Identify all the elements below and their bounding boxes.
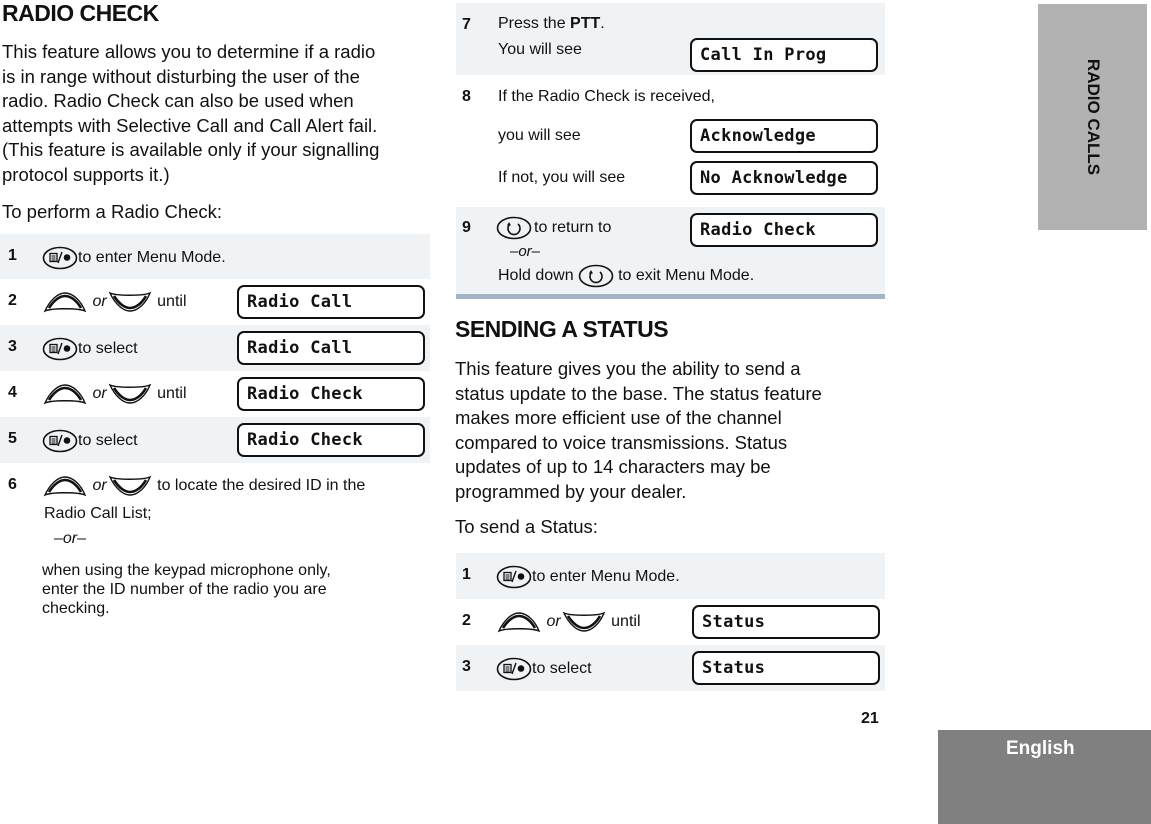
step-number: 9 [462, 219, 471, 236]
or-text: or [546, 613, 561, 631]
step-number: 1 [462, 566, 471, 583]
step-row: 2 or until Radio Call [0, 279, 430, 325]
down-arrow-button-icon [107, 474, 153, 498]
down-arrow-button-icon [561, 610, 607, 634]
step-row: 1 to enter Menu Mode. [0, 234, 430, 279]
display-readout: Status [692, 605, 880, 639]
step-row: 3 to select Radio Call [0, 325, 430, 371]
intro-line: is in range without disturbing the user … [2, 65, 360, 87]
or-separator: –or– [510, 243, 541, 260]
step-text: If not, you will see [498, 169, 626, 186]
step-text: checking. [42, 600, 110, 617]
radio-check-intro: This feature allows you to determine if … [2, 40, 432, 187]
or-text: or [92, 477, 107, 495]
down-arrow-button-icon [107, 290, 153, 314]
language-tab-english[interactable]: English [938, 730, 1151, 824]
display-readout: Radio Call [237, 331, 425, 365]
chapter-tab-label: RADIO CALLS [1083, 58, 1103, 176]
step-text: Radio Call List; [44, 505, 152, 522]
step-row: 9 to return to –or– Hold down to exit Me… [456, 207, 885, 294]
step-row: 2 or until Status [456, 599, 885, 645]
display-readout: No Acknowledge [690, 161, 878, 195]
intro-line: This feature gives you the ability to se… [455, 358, 801, 379]
intro-line: This feature allows you to determine if … [2, 41, 376, 62]
step-row: 3 to select Status [456, 645, 885, 691]
step-text: You will see [498, 41, 582, 58]
up-arrow-button-icon [42, 382, 88, 406]
step-text: to locate the desired ID in the [157, 477, 366, 495]
step-text: enter the ID number of the radio you are [42, 581, 327, 598]
or-text: or [92, 293, 107, 311]
step-text: to select [78, 432, 138, 450]
step-text: until [611, 613, 641, 631]
step-text: . [600, 15, 605, 32]
step-number: 2 [462, 612, 471, 629]
sending-status-lead: To send a Status: [455, 516, 598, 537]
or-text: or [92, 385, 107, 403]
display-readout: Radio Check [237, 377, 425, 411]
section-separator [456, 294, 885, 299]
step-text: to select [532, 660, 592, 678]
step-row: 6 or to locate the desired ID in the Rad… [0, 463, 430, 633]
ptt-label: PTT [570, 15, 601, 32]
display-readout: Radio Call [237, 285, 425, 319]
intro-line: radio. Radio Check can also be used when [2, 90, 354, 111]
intro-line: attempts with Selective Call and Call Al… [2, 114, 378, 136]
intro-line: (This feature is available only if your … [2, 139, 380, 160]
section-title-radio-check: RADIO CHECK [2, 0, 159, 26]
step-text: to exit Menu Mode. [618, 267, 755, 285]
display-readout: Status [692, 651, 880, 685]
step-number: 3 [462, 658, 471, 675]
chapter-tab-radio-calls[interactable]: RADIO CALLS [1038, 4, 1147, 230]
page-number: 21 [861, 710, 879, 727]
up-arrow-button-icon [42, 290, 88, 314]
intro-line: protocol supports it.) [2, 163, 170, 185]
step-text: until [157, 385, 187, 403]
step-row: 8 If the Radio Check is received, you wi… [456, 75, 885, 207]
intro-line: status update to the base. The status fe… [455, 382, 822, 404]
display-readout: Call In Prog [690, 38, 878, 72]
step-number: 7 [462, 16, 471, 33]
step-row: 7 Press the PTT. You will see Call In Pr… [456, 3, 885, 75]
step-number: 3 [8, 338, 17, 355]
intro-line: updates of up to 14 characters may be [455, 456, 771, 477]
home-exit-button-icon [578, 264, 614, 288]
intro-line: makes more efficient use of the channel [455, 407, 782, 428]
home-exit-button-icon [496, 216, 532, 240]
display-readout: Acknowledge [690, 119, 878, 153]
or-separator: –or– [54, 530, 87, 547]
step-number: 5 [8, 430, 17, 447]
display-readout: Radio Check [690, 213, 878, 247]
step-row: 1 to enter Menu Mode. [456, 553, 885, 599]
step-text: Press the [498, 15, 571, 32]
step-number: 2 [8, 292, 17, 309]
step-text: when using the keypad microphone only, [42, 562, 331, 579]
step-number: 1 [8, 247, 17, 264]
step-text: to enter Menu Mode. [78, 249, 226, 267]
intro-line: programmed by your dealer. [455, 480, 687, 502]
step-text: until [157, 293, 187, 311]
step-number: 4 [8, 384, 17, 401]
display-readout: Radio Check [237, 423, 425, 457]
up-arrow-button-icon [496, 610, 542, 634]
radio-check-lead: To perform a Radio Check: [2, 201, 223, 222]
step-text: to return to [534, 219, 612, 237]
step-number: 6 [8, 476, 17, 493]
step-text: to select [78, 340, 138, 358]
sending-status-intro: This feature gives you the ability to se… [455, 357, 885, 504]
step-row: 5 to select Radio Check [0, 417, 430, 463]
step-row: 4 or until Radio Check [0, 371, 430, 417]
step-text: to enter Menu Mode. [532, 568, 680, 586]
up-arrow-button-icon [42, 474, 88, 498]
step-text: Hold down [498, 267, 574, 285]
language-tab-label: English [1006, 738, 1075, 759]
step-text: If the Radio Check is received, [498, 88, 715, 105]
section-title-sending-status: SENDING A STATUS [455, 316, 669, 342]
step-number: 8 [462, 88, 471, 105]
intro-line: compared to voice transmissions. Status [455, 431, 788, 453]
step-text: you will see [498, 127, 581, 144]
down-arrow-button-icon [107, 382, 153, 406]
